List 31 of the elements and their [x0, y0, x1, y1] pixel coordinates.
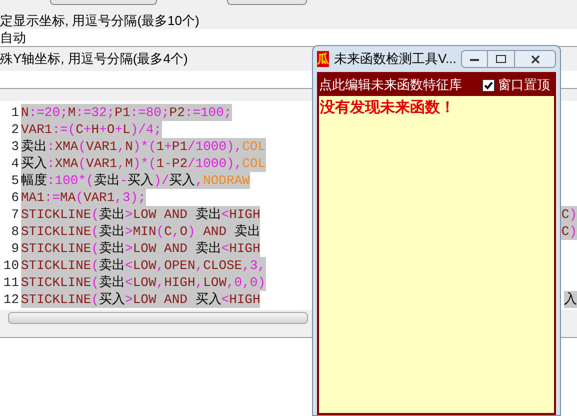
close-button[interactable] [514, 50, 556, 68]
maximize-icon [496, 55, 506, 63]
line-number: 2 [10, 121, 20, 138]
line-number: 10 [2, 257, 20, 274]
minimize-icon [470, 58, 480, 60]
result-message: 没有发现未来函数！ [320, 98, 456, 118]
maximize-button[interactable] [488, 50, 514, 68]
minimize-button[interactable] [461, 50, 488, 68]
line-number: 5 [10, 172, 20, 189]
dropdown-field[interactable] [227, 0, 307, 5]
horizontal-scrollbar[interactable] [8, 312, 308, 324]
line-number: 8 [10, 223, 20, 240]
check-icon [484, 80, 493, 90]
topmost-checkbox[interactable]: 窗口置顶 [482, 75, 550, 95]
line-number: 3 [10, 138, 20, 155]
code-fragment: 入 [564, 291, 577, 308]
code-fragment: C) [561, 223, 577, 240]
line-number: 4 [10, 155, 20, 172]
line-number: 9 [10, 240, 20, 257]
line-number: 7 [10, 206, 20, 223]
line-number: 12 [2, 291, 20, 308]
close-icon [530, 54, 540, 64]
line-number: 11 [2, 274, 20, 291]
line-number: 6 [10, 189, 20, 206]
input-field[interactable]: 自动 [0, 29, 577, 47]
dropdown-field[interactable] [50, 0, 157, 5]
app-icon: 瓜 [317, 51, 329, 67]
code-fragment: C) [561, 206, 577, 223]
window-title: 未来函数检测工具V... [334, 50, 456, 68]
feature-library-link[interactable]: 点此编辑未来函数特征库 [319, 75, 462, 95]
line-number: 1 [10, 104, 20, 121]
